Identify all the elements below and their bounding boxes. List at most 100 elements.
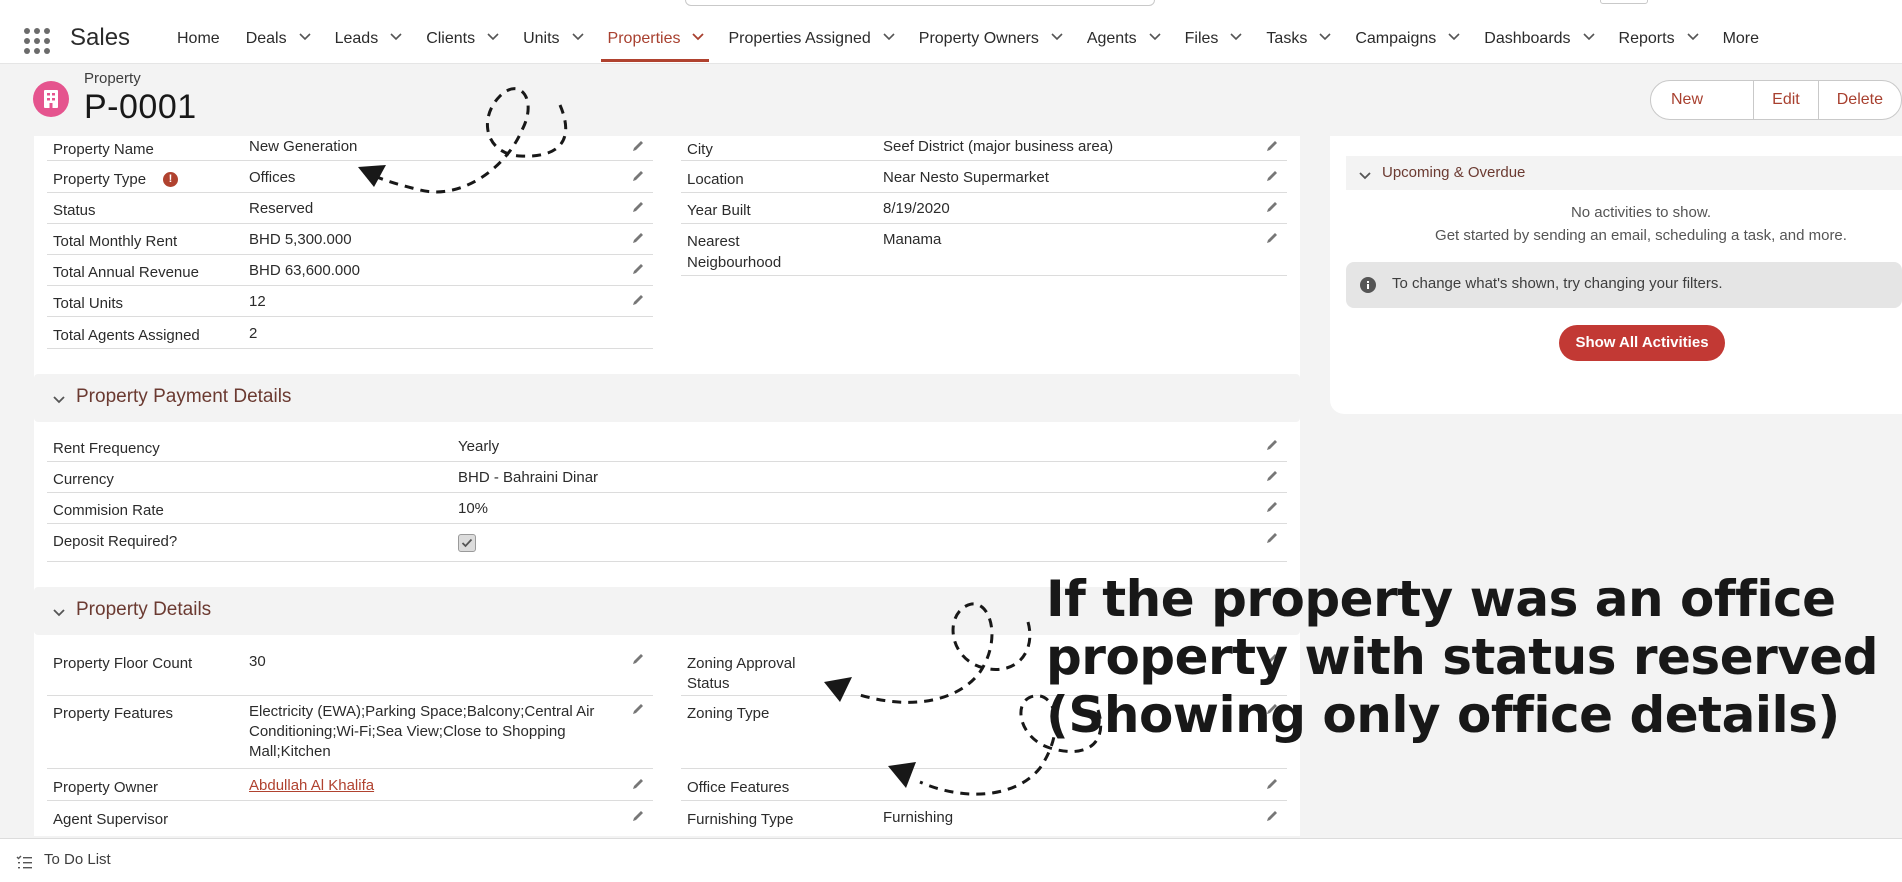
edit-pencil-icon[interactable] [631,702,645,716]
section-payment-details[interactable]: Property Payment Details [34,374,1300,422]
field-label: Zoning Approval [687,655,796,672]
section-title: Property Details [76,599,212,620]
field-year-built: Year Built 8/19/2020 [681,193,1287,224]
nav-label: Agents [1086,30,1137,47]
section-title: Property Payment Details [76,386,292,407]
record-highlights [0,64,1902,136]
edit-pencil-icon[interactable] [1265,531,1279,545]
chevron-down-icon[interactable] [1319,31,1331,41]
todo-list-button[interactable]: To Do List [44,851,111,868]
edit-pencil-icon[interactable] [631,777,645,791]
header-control[interactable] [1600,0,1648,4]
warning-icon[interactable]: ! [163,172,178,187]
chevron-down-icon[interactable] [1358,168,1372,186]
chevron-down-icon[interactable] [571,31,584,41]
edit-pencil-icon[interactable] [631,169,645,183]
nav-item-clients[interactable]: Clients [413,26,510,62]
chevron-down-icon[interactable] [52,392,66,410]
edit-pencil-icon[interactable] [1265,500,1279,514]
edit-pencil-icon[interactable] [631,809,645,823]
nav-item-more[interactable]: More [1710,26,1772,62]
edit-pencil-icon[interactable] [631,293,645,307]
field-status: Status Reserved [47,193,653,224]
nav-item-units[interactable]: Units [510,26,594,62]
edit-pencil-icon[interactable] [1265,469,1279,483]
field-office-features: Office Features [681,769,1287,801]
field-location: Location Near Nesto Supermarket [681,161,1287,193]
edit-pencil-icon[interactable] [1265,200,1279,214]
field-label: Rent Frequency [53,440,160,457]
edit-button[interactable]: Edit [1753,81,1818,119]
edit-pencil-icon[interactable] [631,200,645,214]
app-name: Sales [70,24,131,51]
nav-item-files[interactable]: Files [1172,26,1254,62]
no-activities-subtext: Get started by sending an email, schedul… [1435,227,1847,244]
chevron-down-icon[interactable] [692,31,705,41]
field-value: BHD 63,600.000 [249,262,360,279]
edit-pencil-icon[interactable] [1265,777,1279,791]
field-label: Property Type [53,171,147,188]
field-label: Deposit Required? [53,533,178,550]
deposit-required-checkbox [458,534,476,552]
field-total-annual-revenue: Total Annual Revenue BHD 63,600.000 [47,255,653,286]
chevron-down-icon[interactable] [1149,31,1161,41]
chevron-down-icon[interactable] [390,31,402,41]
edit-pencil-icon[interactable] [631,139,645,153]
nav-item-agents[interactable]: Agents [1074,26,1172,62]
chevron-down-icon[interactable] [1448,31,1460,41]
nav-label: Dashboards [1484,30,1571,47]
chevron-down-icon[interactable] [299,31,311,41]
app-launcher-icon[interactable] [24,28,50,54]
annotation-line: property with status reserved [1046,628,1879,686]
edit-pencil-icon[interactable] [631,262,645,276]
chevron-down-icon[interactable] [1230,31,1242,41]
chevron-down-icon[interactable] [1051,31,1063,41]
field-label: Status [687,675,730,692]
nav-item-properties[interactable]: Properties [595,26,716,62]
field-property-owner: Property Owner Abdullah Al Khalifa [47,769,653,801]
edit-pencil-icon[interactable] [631,231,645,245]
chevron-down-icon[interactable] [1687,31,1699,41]
edit-pencil-icon[interactable] [1265,809,1279,823]
upcoming-overdue-title: Upcoming & Overdue [1382,164,1526,181]
field-label: City [687,141,713,158]
show-all-activities-button[interactable]: Show All Activities [1559,325,1725,361]
edit-pencil-icon[interactable] [1265,231,1279,245]
field-label: Currency [53,471,114,488]
chevron-down-icon[interactable] [52,605,66,623]
delete-button[interactable]: Delete [1817,81,1901,119]
field-value: Furnishing [883,809,954,826]
field-value: Seef District (major business area) [883,138,1114,155]
nav-item-home[interactable]: Home [164,26,233,62]
field-property-floor-count: Property Floor Count 30 [47,646,653,696]
nav-item-tasks[interactable]: Tasks [1253,26,1342,62]
edit-pencil-icon[interactable] [1265,139,1279,153]
nav-item-campaigns[interactable]: Campaigns [1342,26,1471,62]
nav-item-deals[interactable]: Deals [233,26,322,62]
chevron-down-icon[interactable] [1582,31,1595,41]
chevron-down-icon[interactable] [883,31,895,41]
field-value: 8/19/2020 [883,200,950,217]
chevron-down-icon[interactable] [487,31,499,41]
edit-pencil-icon[interactable] [1265,438,1279,452]
filter-notice: To change what's shown, try changing you… [1346,262,1902,308]
nav-item-property-owners[interactable]: Property Owners [906,26,1074,62]
global-search-input[interactable] [685,0,1155,6]
nav-item-leads[interactable]: Leads [322,26,414,62]
field-commission-rate: Commision Rate 10% [47,493,1287,524]
edit-pencil-icon[interactable] [631,652,645,666]
field-total-monthly-rent: Total Monthly Rent BHD 5,300.000 [47,224,653,255]
nav-item-dashboards[interactable]: Dashboards [1471,26,1605,62]
property-owner-link[interactable]: Abdullah Al Khalifa [249,776,374,796]
edit-pencil-icon[interactable] [1265,169,1279,183]
nav-item-reports[interactable]: Reports [1606,26,1710,62]
upcoming-overdue-header[interactable]: Upcoming & Overdue [1346,156,1902,190]
field-value: BHD 5,300.000 [249,231,352,248]
new-case-button[interactable]: New Case [1651,81,1753,119]
nav-item-properties-assigned[interactable]: Properties Assigned [715,26,905,62]
todo-list-icon[interactable] [16,855,32,874]
field-label: Total Annual Revenue [53,264,199,281]
annotation-line: (Showing only office details) [1046,686,1840,744]
field-value: Offices [249,169,296,186]
nav-label: Tasks [1266,30,1308,47]
